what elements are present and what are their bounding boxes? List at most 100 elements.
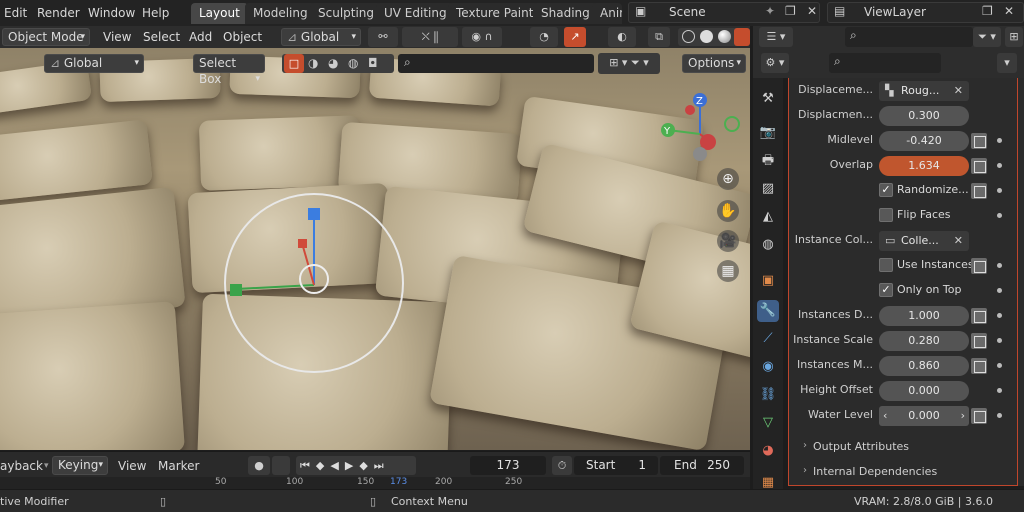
view-layer-tab-icon[interactable]: ▨ bbox=[757, 178, 779, 200]
instances-density-field[interactable]: 1.000 bbox=[879, 306, 969, 326]
perspective-grid-icon[interactable]: ▦ bbox=[717, 260, 739, 282]
modifier-tab-icon[interactable]: 🔧 bbox=[757, 300, 779, 322]
close-icon[interactable]: ✕ bbox=[954, 81, 963, 101]
decorate-dot[interactable] bbox=[997, 263, 1002, 268]
menu-add[interactable]: Add bbox=[189, 28, 212, 46]
timeline-ruler[interactable]: 50 100 150 173 200 250 bbox=[0, 477, 750, 489]
menu-select[interactable]: Select bbox=[143, 28, 180, 46]
pivot-point-icon[interactable]: ⚯ bbox=[368, 27, 398, 47]
decorate-dot[interactable] bbox=[997, 163, 1002, 168]
material-tab-icon[interactable]: ◕ bbox=[757, 440, 779, 462]
properties-editor-type-icon[interactable]: ⚙ ▾ bbox=[761, 53, 789, 73]
navigation-gizmo[interactable]: Z Y bbox=[660, 90, 744, 174]
decorate-dot[interactable] bbox=[997, 413, 1002, 418]
instance-scale-field[interactable]: 0.280 bbox=[879, 331, 969, 351]
instances-mask-field[interactable]: 0.860 bbox=[879, 356, 969, 376]
instance-collection-field[interactable]: ▭ Colle... ✕ bbox=[879, 231, 969, 251]
rendered-shading-icon[interactable] bbox=[734, 28, 750, 46]
keyframe-icon[interactable] bbox=[971, 158, 987, 174]
menu-marker[interactable]: Marker bbox=[158, 458, 199, 474]
camera-view-icon[interactable]: 🎥 bbox=[717, 230, 739, 252]
keyframe-icon[interactable] bbox=[971, 308, 987, 324]
texture-tab-icon[interactable]: ▦ bbox=[757, 472, 779, 494]
decorate-dot[interactable] bbox=[997, 213, 1002, 218]
scene-selector[interactable]: ▣ Scene ✦ ❐ ✕ bbox=[628, 2, 820, 23]
tab-uv-editing[interactable]: UV Editing bbox=[376, 3, 455, 24]
menu-window[interactable]: Window bbox=[88, 4, 135, 22]
chevron-right-icon[interactable]: › bbox=[961, 406, 965, 426]
new-view-layer-icon[interactable]: ❐ bbox=[982, 4, 993, 18]
use-instances-checkbox[interactable] bbox=[879, 258, 893, 272]
keyframe-icon[interactable] bbox=[971, 183, 987, 199]
start-frame-field[interactable]: Start 1 bbox=[574, 456, 658, 475]
tool-tab-icon[interactable]: ⚒ bbox=[757, 88, 779, 110]
record-options-icon[interactable] bbox=[272, 456, 290, 475]
decorate-dot[interactable] bbox=[997, 338, 1002, 343]
transform-gizmo[interactable] bbox=[220, 203, 330, 303]
subpanel-internal-dependencies[interactable]: › Internal Dependencies bbox=[789, 462, 1019, 484]
pin-icon[interactable]: ✦ bbox=[765, 4, 775, 18]
subpanel-output-attributes[interactable]: › Output Attributes bbox=[789, 437, 1019, 459]
properties-search-input[interactable]: ⌕ bbox=[829, 53, 941, 73]
close-view-layer-icon[interactable]: ✕ bbox=[1004, 4, 1014, 18]
select-subtract-icon[interactable]: ◕ bbox=[328, 56, 338, 70]
select-box-icon[interactable]: □ bbox=[284, 54, 304, 73]
water-level-field[interactable]: ‹ 0.000 › bbox=[879, 406, 969, 426]
menu-view[interactable]: View bbox=[103, 28, 131, 46]
filter-icon[interactable]: ⊞ ▾ ⏷ ▾ bbox=[598, 53, 660, 74]
only-on-top-checkbox[interactable]: ✓ bbox=[879, 283, 893, 297]
flip-faces-checkbox[interactable] bbox=[879, 208, 893, 222]
3d-viewport[interactable]: ⊿ Global ▾ Select Box ▾ □ ◑ ◕ ◍ ◘ ⌕ ⊞ ▾ … bbox=[0, 48, 750, 450]
decorate-dot[interactable] bbox=[997, 138, 1002, 143]
overlays-icon[interactable]: ◐ bbox=[608, 27, 636, 47]
xray-icon[interactable]: ⧉ bbox=[648, 27, 670, 47]
viewport-search-input[interactable]: ⌕ bbox=[398, 54, 594, 73]
options-dropdown[interactable]: Options ▾ bbox=[682, 54, 746, 73]
menu-object[interactable]: Object bbox=[223, 28, 262, 46]
menu-timeline-view[interactable]: View bbox=[118, 458, 146, 474]
height-offset-field[interactable]: 0.000 bbox=[879, 381, 969, 401]
next-keyframe-icon[interactable]: ◆ bbox=[359, 459, 373, 472]
playback-controls[interactable]: ⏮◆◀▶◆⏭ bbox=[296, 456, 416, 475]
end-frame-field[interactable]: End 250 bbox=[660, 456, 744, 475]
proportional-edit-icon[interactable]: ◉ ∩ bbox=[462, 27, 502, 47]
decorate-dot[interactable] bbox=[997, 288, 1002, 293]
new-scene-icon[interactable]: ❐ bbox=[785, 4, 796, 18]
midlevel-field[interactable]: -0.420 bbox=[879, 131, 969, 151]
keyframe-icon[interactable] bbox=[971, 408, 987, 424]
outliner-filter-icon[interactable]: ⏷ ▾ bbox=[973, 27, 1001, 47]
chevron-left-icon[interactable]: ‹ bbox=[883, 406, 887, 426]
displacement-texture-field[interactable]: ▚ Roug... ✕ bbox=[879, 81, 969, 101]
properties-options-icon[interactable]: ▾ bbox=[997, 53, 1017, 73]
wireframe-shading-icon[interactable] bbox=[682, 30, 695, 43]
render-tab-icon[interactable]: 📷 bbox=[757, 122, 779, 144]
pan-hand-icon[interactable]: ✋ bbox=[717, 200, 739, 222]
jump-start-icon[interactable]: ⏮ bbox=[300, 459, 316, 472]
close-icon[interactable]: ✕ bbox=[954, 231, 963, 251]
data-tab-icon[interactable]: ▽ bbox=[757, 412, 779, 434]
tab-modeling[interactable]: Modeling bbox=[245, 3, 316, 24]
menu-edit[interactable]: Edit bbox=[4, 4, 27, 22]
select-intersect-icon[interactable]: ◘ bbox=[368, 56, 378, 70]
solid-shading-icon[interactable] bbox=[700, 30, 713, 43]
randomize-checkbox[interactable]: ✓ bbox=[879, 183, 893, 197]
transform-orientation-dropdown[interactable]: ⊿ Global ▾ bbox=[281, 28, 361, 46]
tab-sculpting[interactable]: Sculpting bbox=[310, 3, 383, 24]
menu-help[interactable]: Help bbox=[142, 4, 169, 22]
play-icon[interactable]: ▶ bbox=[345, 459, 359, 472]
tab-layout[interactable]: Layout bbox=[191, 3, 248, 24]
new-collection-icon[interactable]: ⊞ bbox=[1005, 27, 1023, 47]
output-tab-icon[interactable]: 🖶 bbox=[757, 150, 779, 172]
tool-orientation-dropdown[interactable]: ⊿ Global ▾ bbox=[44, 54, 144, 73]
tab-shading[interactable]: Shading bbox=[533, 3, 598, 24]
keying-dropdown[interactable]: Keying ▾ bbox=[52, 456, 108, 475]
record-icon[interactable]: ● bbox=[248, 456, 270, 475]
gizmo-icon[interactable]: ↗ bbox=[564, 27, 586, 47]
view-layer-selector[interactable]: ▤ ViewLayer ❐ ✕ bbox=[827, 2, 1024, 23]
decorate-dot[interactable] bbox=[997, 388, 1002, 393]
zoom-icon[interactable]: ⊕ bbox=[717, 168, 739, 190]
object-tab-icon[interactable]: ▣ bbox=[757, 270, 779, 292]
select-extend-icon[interactable]: ◑ bbox=[308, 56, 318, 70]
keyframe-icon[interactable] bbox=[971, 258, 987, 274]
play-reverse-icon[interactable]: ◀ bbox=[330, 459, 344, 472]
